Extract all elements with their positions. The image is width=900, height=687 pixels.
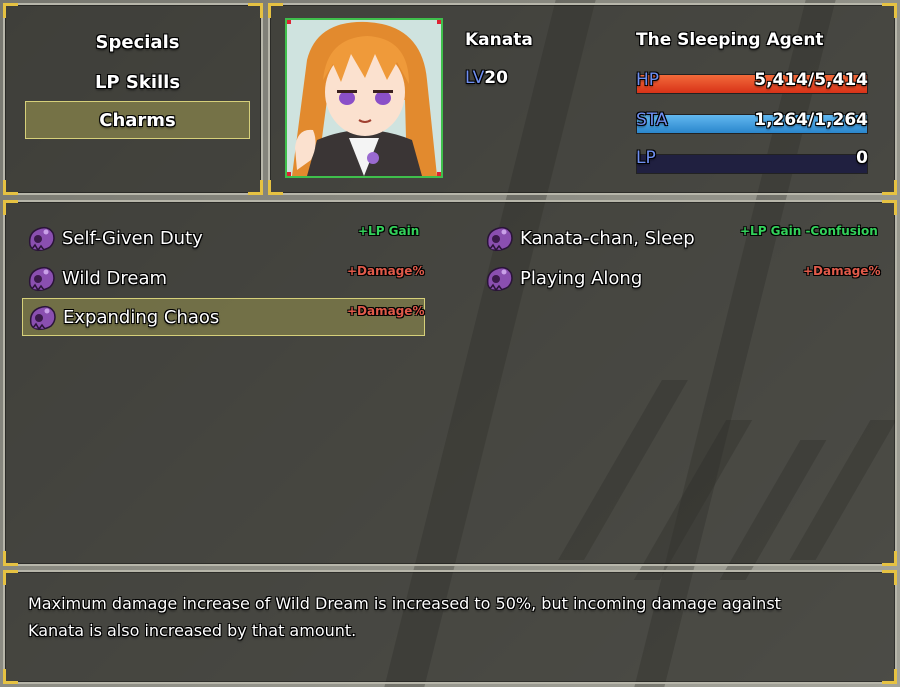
lp-bar <box>636 154 868 174</box>
description-line-2: Kanata is also increased by that amount. <box>28 621 357 640</box>
charm-name: Expanding Chaos <box>63 306 220 328</box>
charm-effect-tag: +LP Gain -Confusion <box>740 224 878 238</box>
charm-effect-tag: +LP Gain <box>358 224 420 238</box>
character-portrait <box>285 18 443 178</box>
purple-blob-icon <box>26 223 56 253</box>
description-line-1: Maximum damage increase of Wild Dream is… <box>28 594 781 613</box>
character-title: The Sleeping Agent <box>636 30 824 50</box>
charm-effect-tag: +Damage% <box>347 264 425 278</box>
charm-effect-tag: +Damage% <box>347 304 425 318</box>
sta-label: STA <box>636 110 668 130</box>
category-menu-panel: Specials LP Skills Charms <box>3 3 263 195</box>
charm-name: Wild Dream <box>62 267 168 289</box>
description-text: Maximum damage increase of Wild Dream is… <box>28 590 868 644</box>
purple-blob-icon <box>484 223 514 253</box>
hp-value: 5,414/5,414 <box>754 70 868 90</box>
character-name: Kanata <box>465 30 533 50</box>
lp-value: 0 <box>856 148 868 168</box>
level-prefix: LV <box>465 68 485 88</box>
level-value: 20 <box>484 68 508 88</box>
charm-name: Self-Given Duty <box>62 227 203 249</box>
charm-name: Kanata-chan, Sleep <box>520 227 695 249</box>
charm-name: Playing Along <box>520 267 643 289</box>
purple-blob-icon <box>26 263 56 293</box>
menu-item-specials[interactable]: Specials <box>25 23 250 61</box>
sta-value: 1,264/1,264 <box>754 110 868 130</box>
purple-blob-icon <box>484 263 514 293</box>
lp-label: LP <box>636 148 656 168</box>
menu-item-charms[interactable]: Charms <box>25 101 250 139</box>
character-level: LV20 <box>465 68 508 88</box>
charm-effect-tag: +Damage% <box>803 264 881 278</box>
purple-blob-icon <box>27 302 57 332</box>
hp-label: HP <box>636 70 660 90</box>
menu-item-lp-skills[interactable]: LP Skills <box>25 63 250 101</box>
